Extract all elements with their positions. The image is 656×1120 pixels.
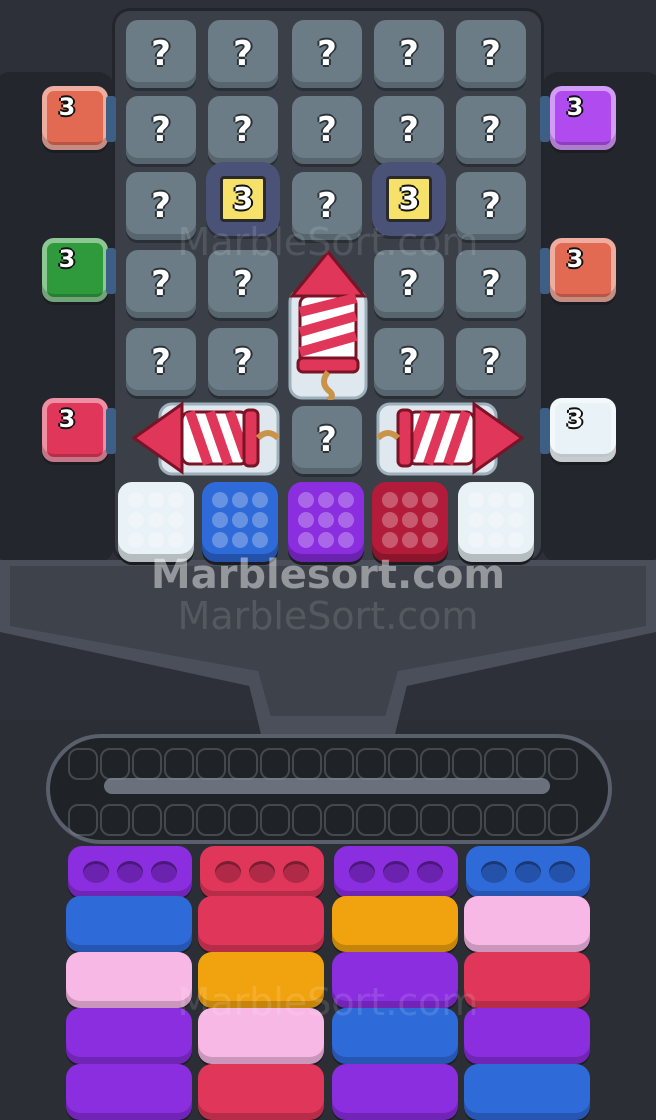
rocket-up-icon[interactable] (284, 250, 372, 400)
marble-tray[interactable] (288, 482, 364, 562)
tube-layer (198, 1064, 324, 1120)
tube-layer (66, 1064, 192, 1120)
block-count: 3 (58, 405, 76, 433)
tube-layer (464, 1064, 590, 1120)
conveyor-slot (292, 804, 322, 836)
mystery-tile[interactable]: ? (208, 328, 278, 396)
tube-layer (66, 896, 192, 952)
block-connector (540, 408, 550, 454)
conveyor-slot (452, 748, 482, 780)
conveyor-slot (196, 748, 226, 780)
conveyor-slot (516, 804, 546, 836)
tube-layer (332, 1064, 458, 1120)
conveyor-slot (68, 804, 98, 836)
marble-tray[interactable] (458, 482, 534, 562)
mystery-tile[interactable]: ? (292, 20, 362, 88)
mystery-tile[interactable]: ? (374, 96, 444, 164)
block-connector (106, 96, 116, 142)
mystery-tile[interactable]: ? (208, 20, 278, 88)
mystery-tile[interactable]: ? (456, 328, 526, 396)
watermark-sub: MarbleSort.com (177, 594, 479, 638)
conveyor-slot (452, 804, 482, 836)
mystery-tile[interactable]: ? (374, 328, 444, 396)
lock-count-badge: 3 (386, 176, 432, 222)
conveyor-slot (484, 748, 514, 780)
block-count: 3 (566, 93, 584, 121)
marble-dots (468, 492, 524, 548)
marble-dots (212, 492, 268, 548)
conveyor-slot (356, 804, 386, 836)
mystery-tile[interactable]: ? (208, 96, 278, 164)
conveyor-slot (132, 804, 162, 836)
block-count: 3 (58, 93, 76, 121)
mystery-tile-center[interactable]: ? (292, 406, 362, 474)
conveyor-slot (548, 748, 578, 780)
marble-tray[interactable] (202, 482, 278, 562)
conveyor-slot (324, 748, 354, 780)
mystery-tile[interactable]: ? (126, 328, 196, 396)
tube-layer (198, 896, 324, 952)
lock-count-badge: 3 (220, 176, 266, 222)
mystery-tile[interactable]: ? (292, 96, 362, 164)
tube-layer (332, 896, 458, 952)
conveyor-slot (420, 804, 450, 836)
mystery-tile[interactable]: ? (126, 96, 196, 164)
conveyor-slot (100, 804, 130, 836)
tube-top-slot[interactable] (466, 846, 590, 898)
rocket-right-icon[interactable] (376, 398, 526, 478)
marble-dots (128, 492, 184, 548)
conveyor-slot (164, 804, 194, 836)
conveyor-slot (132, 748, 162, 780)
tube-top-slot[interactable] (200, 846, 324, 898)
watermark-main: Marblesort.com (150, 552, 506, 598)
conveyor-slot (68, 748, 98, 780)
mystery-tile[interactable]: ? (374, 20, 444, 88)
tube-top-slot[interactable] (68, 846, 192, 898)
conveyor-slot (516, 748, 546, 780)
block-connector (540, 96, 550, 142)
marble-tray[interactable] (118, 482, 194, 562)
color-block-left[interactable]: 3 (42, 86, 108, 150)
conveyor-slot (324, 804, 354, 836)
tube-layer (464, 896, 590, 952)
conveyor-slot (164, 748, 194, 780)
conveyor-slot (260, 804, 290, 836)
color-block-left[interactable]: 3 (42, 398, 108, 462)
mystery-tile[interactable]: ? (126, 20, 196, 88)
conveyor-slot (260, 748, 290, 780)
conveyor-slot (100, 748, 130, 780)
rocket-left-icon[interactable] (130, 398, 280, 478)
mystery-tile[interactable]: ? (456, 20, 526, 88)
conveyor-slot (292, 748, 322, 780)
mystery-tile[interactable]: ? (456, 96, 526, 164)
conveyor-slot (484, 804, 514, 836)
conveyor-slot (356, 748, 386, 780)
conveyor-slot (420, 748, 450, 780)
color-block-right[interactable]: 3 (550, 86, 616, 150)
tube-top-slot[interactable] (334, 846, 458, 898)
marble-dots (298, 492, 354, 548)
watermark-sub: MarbleSort.com (177, 980, 479, 1024)
color-block-right[interactable]: 3 (550, 398, 616, 462)
watermark-sub: MarbleSort.com (177, 220, 479, 264)
block-count: 3 (566, 405, 584, 433)
conveyor-slot (228, 748, 258, 780)
block-connector (106, 408, 116, 454)
conveyor-slot (548, 804, 578, 836)
conveyor-divider (104, 778, 550, 794)
conveyor-slot (388, 804, 418, 836)
marble-tray[interactable] (372, 482, 448, 562)
marble-dots (382, 492, 438, 548)
conveyor-slot (388, 748, 418, 780)
conveyor-slot (228, 804, 258, 836)
conveyor-slot (196, 804, 226, 836)
